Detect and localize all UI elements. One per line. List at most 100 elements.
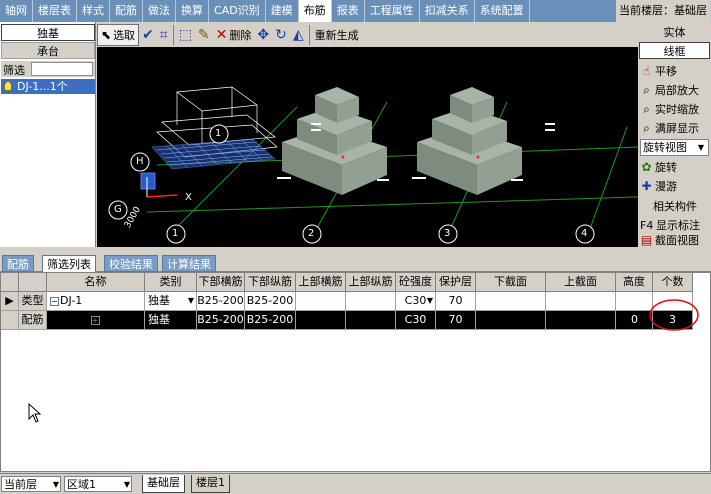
- mirror-icon: ◭: [292, 26, 304, 43]
- separator: [308, 24, 310, 45]
- axis-label-h: H: [136, 156, 144, 167]
- axis-label-4: 4: [581, 228, 588, 239]
- region-combo[interactable]: 区域1 ▼: [64, 476, 132, 492]
- rotate-view-button[interactable]: ✿ 旋转: [640, 159, 710, 176]
- cell-lower-v[interactable]: B25-200: [245, 292, 296, 311]
- header-height: 高度: [616, 273, 653, 292]
- menu-item-4[interactable]: 做法: [143, 0, 176, 22]
- axis-grid: [146, 101, 638, 238]
- axis-label-2: 2: [308, 228, 315, 239]
- menu-item-8[interactable]: 布筋: [298, 0, 332, 22]
- floor-tab-foundation[interactable]: 基础层: [142, 475, 185, 493]
- header-rowtype: [19, 273, 47, 292]
- view-select[interactable]: 旋转视图 ▼: [640, 139, 709, 156]
- tab-check-results[interactable]: 校验结果: [104, 255, 158, 272]
- cell-lower-section[interactable]: [476, 292, 546, 311]
- cell-cover[interactable]: 70: [436, 311, 476, 330]
- cell-concrete[interactable]: C30: [396, 311, 436, 330]
- filter-row: 筛选: [1, 61, 95, 77]
- header-lower-h: 下部横筋: [197, 273, 245, 292]
- regenerate-button[interactable]: 重新生成: [312, 24, 362, 46]
- highlight-ellipse: [649, 299, 699, 331]
- cell-upper-h[interactable]: [296, 311, 346, 330]
- solid-view-button[interactable]: 实体: [639, 24, 710, 41]
- expand-icon[interactable]: +: [90, 315, 100, 325]
- zoom-fit-button[interactable]: ⌕ 满屏显示: [640, 120, 710, 137]
- tree-item-dj1[interactable]: DJ-1...1个: [1, 79, 95, 94]
- cell-lower-section[interactable]: [476, 311, 546, 330]
- delete-button[interactable]: ✕ 删除: [213, 24, 255, 46]
- cell-concrete[interactable]: C30 ▼: [396, 292, 436, 311]
- window-select-button[interactable]: ⬚: [176, 24, 195, 46]
- move-button[interactable]: ✥: [254, 24, 272, 46]
- zoom-local-button[interactable]: ⌕ 局部放大: [640, 82, 710, 99]
- table-row[interactable]: 配筋 + 独基 B25-200 B25-200 C30 70 0 3: [1, 311, 710, 330]
- brush-button[interactable]: ✎: [195, 24, 213, 46]
- menu-item-3[interactable]: 配筋: [110, 0, 143, 22]
- floor-combo[interactable]: 当前层 ▼: [1, 476, 61, 492]
- header-concrete: 砼强度: [396, 273, 436, 292]
- zoom-realtime-icon: ⌕: [643, 102, 650, 116]
- walk-button[interactable]: ✚ 漫游: [640, 178, 710, 195]
- cell-name-text: DJ-1: [60, 294, 83, 307]
- type-button-isolated-footing[interactable]: 独基: [1, 24, 95, 41]
- menu-item-2[interactable]: 样式: [77, 0, 110, 22]
- section-icon: ▤: [640, 233, 653, 247]
- cell-lower-h[interactable]: B25-200: [197, 311, 245, 330]
- zoom-local-label: 局部放大: [655, 84, 699, 97]
- menu-item-5[interactable]: 换算: [176, 0, 209, 22]
- select-label: 选取: [113, 28, 136, 42]
- mirror-button[interactable]: ◭: [290, 24, 307, 46]
- cell-upper-v[interactable]: [346, 292, 396, 311]
- cell-upper-section[interactable]: [546, 311, 616, 330]
- zoom-fit-icon: ⌕: [643, 121, 650, 135]
- tab-filter-list[interactable]: 筛选列表: [42, 255, 96, 273]
- chevron-down-icon[interactable]: ▼: [427, 292, 433, 310]
- floor-tab-floor1[interactable]: 楼层1: [191, 475, 230, 493]
- confirm-button[interactable]: ✔: [139, 24, 157, 46]
- move-icon: ✥: [257, 26, 270, 43]
- zoom-realtime-button[interactable]: ⌕ 实时缩放: [640, 101, 710, 118]
- menu-item-1[interactable]: 楼层表: [33, 0, 77, 22]
- cell-cover[interactable]: 70: [436, 292, 476, 311]
- menu-item-10[interactable]: 工程属性: [365, 0, 420, 22]
- cell-lower-h[interactable]: B25-200: [197, 292, 245, 311]
- current-floor-label: 当前楼层：基础层: [616, 0, 711, 22]
- cell-upper-v[interactable]: [346, 311, 396, 330]
- 3d-viewport[interactable]: 1 H G 1 2 3 4 X 3000: [97, 47, 638, 247]
- zoom-realtime-label: 实时缩放: [655, 103, 699, 116]
- cell-upper-h[interactable]: [296, 292, 346, 311]
- cell-category[interactable]: 独基 ▼: [145, 292, 197, 311]
- wireframe-view-button[interactable]: 线框: [639, 42, 710, 59]
- rotate-button[interactable]: ↻: [272, 24, 290, 46]
- region-combo-value: 区域1: [67, 478, 96, 491]
- viewport-canvas: [108, 86, 638, 244]
- related-components[interactable]: 相关构件: [640, 198, 710, 215]
- cell-category[interactable]: 独基: [145, 311, 197, 330]
- rebar-table: 名称 类别 下部横筋 下部纵筋 上部横筋 上部纵筋 砼强度 保护层 下截面 上截…: [0, 272, 711, 472]
- select-button[interactable]: ⬉ 选取: [97, 23, 140, 46]
- menu-item-12[interactable]: 系统配置: [475, 0, 530, 22]
- point-button[interactable]: ⌗: [157, 24, 171, 46]
- table-row[interactable]: ▶ 类型 − DJ-1 独基 ▼ B25-200 B25-200 C30 ▼ 70: [1, 292, 710, 311]
- cell-lower-v[interactable]: B25-200: [245, 311, 296, 330]
- menu-item-7[interactable]: 建模: [266, 0, 299, 22]
- filter-input[interactable]: [31, 62, 93, 76]
- menu-item-6[interactable]: CAD识别: [209, 0, 266, 22]
- cell-name[interactable]: +: [47, 311, 145, 330]
- menu-item-9[interactable]: 报表: [332, 0, 365, 22]
- tab-calc-results[interactable]: 计算结果: [162, 255, 216, 272]
- menu-item-11[interactable]: 扣减关系: [420, 0, 475, 22]
- chevron-down-icon[interactable]: ▼: [188, 292, 194, 310]
- type-button-pile-cap[interactable]: 承台: [1, 42, 95, 59]
- tab-rebar[interactable]: 配筋: [2, 255, 34, 272]
- zoom-fit-label: 满屏显示: [655, 122, 699, 135]
- collapse-icon[interactable]: −: [50, 296, 59, 306]
- axis-label-3: 3: [444, 228, 451, 239]
- cell-name[interactable]: − DJ-1: [47, 292, 145, 311]
- menu-item-0[interactable]: 轴网: [0, 0, 33, 22]
- cell-upper-section[interactable]: [546, 292, 616, 311]
- row-pointer-icon: ▶: [1, 292, 19, 311]
- section-view-button[interactable]: ▤ 截面视图: [640, 232, 710, 249]
- pan-button[interactable]: ☝ 平移: [640, 63, 710, 80]
